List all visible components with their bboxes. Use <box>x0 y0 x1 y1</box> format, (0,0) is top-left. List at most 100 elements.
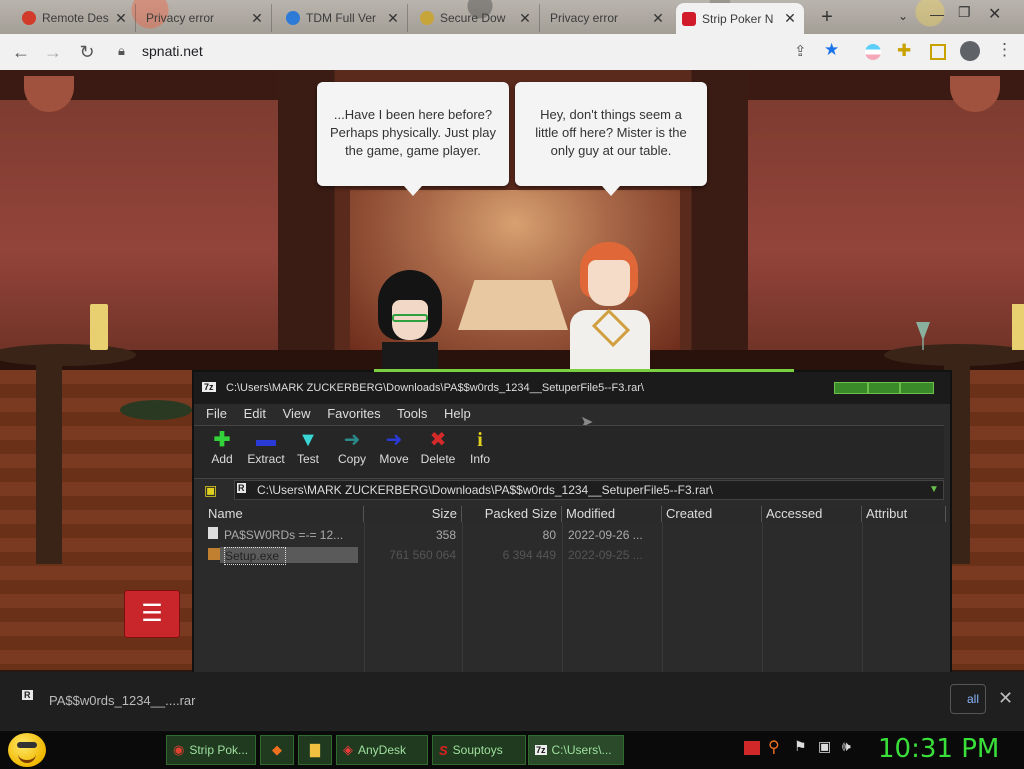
show-all-button[interactable]: all <box>950 684 986 714</box>
close-window-icon[interactable]: ✕ <box>988 4 1001 24</box>
beer-glass-left <box>90 304 108 350</box>
file-modified: 2022-09-26 ... <box>568 528 643 542</box>
speech-bubble-right: Hey, don't things seem a little off here… <box>515 82 707 196</box>
network-tray-icon[interactable]: ▣ <box>818 738 831 755</box>
smiley-glasses-icon <box>17 742 37 748</box>
tab-title: TDM Full Ver <box>306 11 377 25</box>
column-attributes[interactable]: Attribut <box>862 506 946 522</box>
menu-file[interactable]: File <box>206 406 227 421</box>
extract-button[interactable]: ▬ Extract <box>246 428 286 466</box>
forward-arrow-icon[interactable]: → <box>42 41 64 63</box>
address-bar[interactable] <box>110 38 860 66</box>
column-created[interactable]: Created <box>662 506 762 522</box>
search-tray-icon[interactable]: ⚲ <box>768 737 780 757</box>
close-tab-icon[interactable]: ✕ <box>517 10 533 27</box>
table-row[interactable]: PA$SW0RDs =-= 12... 358 80 2022-09-26 ..… <box>204 526 944 544</box>
bookmark-star-icon[interactable]: ★ <box>824 40 839 60</box>
close-tab-icon[interactable]: ✕ <box>782 10 798 27</box>
tab-privacy-error[interactable]: Privacy error ✕ <box>140 4 272 32</box>
beer-glass-right <box>1012 304 1024 350</box>
move-arrow-icon: ➜ <box>385 429 403 451</box>
close-tab-icon[interactable]: ✕ <box>113 10 129 27</box>
test-check-icon: ▼ <box>298 429 318 451</box>
tab-tdm[interactable]: TDM Full Ver ✕ <box>280 4 408 32</box>
clock[interactable]: 10:31 PM <box>878 734 999 764</box>
new-tab-button[interactable]: + <box>816 6 838 28</box>
move-button[interactable]: ➜ Move <box>374 428 414 466</box>
tab-remote-desktop[interactable]: Remote Des ✕ <box>16 4 136 32</box>
reload-icon[interactable]: ↻ <box>76 41 98 63</box>
taskbar-item-7zip[interactable]: 7z C:\Users\... <box>528 735 624 765</box>
close-tab-icon[interactable]: ✕ <box>385 10 401 27</box>
zip-minimize-button[interactable] <box>834 382 868 394</box>
column-accessed[interactable]: Accessed <box>762 506 862 522</box>
copy-label: Copy <box>337 452 366 466</box>
download-filename[interactable]: PA$$w0rds_1234__....rar <box>49 693 195 708</box>
taskbar-item-chrome[interactable]: ◉ Strip Pok... <box>166 735 256 765</box>
taskbar-item-firefox[interactable]: ◆ <box>260 735 294 765</box>
column-size[interactable]: Size <box>364 506 462 522</box>
column-packed-size[interactable]: Packed Size <box>462 506 562 522</box>
zip-maximize-button[interactable] <box>868 382 900 394</box>
character-left <box>372 270 448 370</box>
path-text: C:\Users\MARK ZUCKERBERG\Downloads\PA$$w… <box>257 483 713 497</box>
copy-button[interactable]: ➜ Copy <box>332 428 372 466</box>
menu-help[interactable]: Help <box>444 406 471 421</box>
path-dropdown-icon[interactable]: ▼ <box>929 484 939 495</box>
menu-favorites[interactable]: Favorites <box>327 406 380 421</box>
column-name[interactable]: Name <box>204 506 364 522</box>
info-label: Info <box>469 452 490 466</box>
share-icon[interactable]: ⇪ <box>794 42 807 60</box>
taskbar-item-anydesk[interactable]: ◈ AnyDesk <box>336 735 428 765</box>
tab-privacy-error-2[interactable]: Privacy error ✕ <box>544 4 672 32</box>
taskbar-item-explorer[interactable]: ▇ <box>298 735 332 765</box>
flag-tray-icon[interactable]: ⚑ <box>794 738 807 755</box>
folder-up-icon[interactable]: ▣ <box>204 482 217 499</box>
taskbar-label: C:\Users\... <box>551 743 612 757</box>
column-modified[interactable]: Modified <box>562 506 662 522</box>
url-text[interactable]: spnati.net <box>142 43 203 59</box>
extract-label: Extract <box>247 452 285 466</box>
volume-tray-icon[interactable]: 🕪︎ <box>842 738 851 755</box>
archive-icon: R <box>237 483 246 493</box>
menu-tools[interactable]: Tools <box>397 406 427 421</box>
tab-secure-download[interactable]: Secure Dow ✕ <box>414 4 540 32</box>
extension-flag-icon[interactable] <box>865 44 881 60</box>
tab-title: Privacy error <box>550 11 619 25</box>
7zip-icon: 7z <box>535 745 547 755</box>
tab-favicon-icon <box>286 11 300 25</box>
zip-close-button[interactable] <box>900 382 934 394</box>
taskbar-label: AnyDesk <box>358 743 407 757</box>
side-panel-icon[interactable] <box>930 44 946 60</box>
tab-title: Secure Dow <box>440 11 506 25</box>
extensions-puzzle-icon[interactable]: ✚ <box>897 41 911 61</box>
game-menu-button[interactable]: ☰ <box>124 590 180 638</box>
menu-view[interactable]: View <box>283 406 311 421</box>
start-smiley-icon[interactable] <box>8 733 46 767</box>
menu-edit[interactable]: Edit <box>244 406 266 421</box>
test-button[interactable]: ▼ Test <box>288 428 328 466</box>
restore-icon[interactable]: ❐ <box>958 4 971 21</box>
info-button[interactable]: i Info <box>460 428 500 466</box>
tab-strip-poker[interactable]: Strip Poker N ✕ <box>676 3 804 34</box>
taskbar-item-souptoys[interactable]: S Souptoys <box>432 735 526 765</box>
download-bar: R PA$$w0rds_1234__....rar all ✕ <box>0 672 1024 730</box>
path-field[interactable]: R C:\Users\MARK ZUCKERBERG\Downloads\PA$… <box>234 480 944 500</box>
minimize-icon[interactable]: — <box>930 6 944 22</box>
add-button[interactable]: ✚ Add <box>202 428 242 466</box>
lock-icon[interactable]: 🔒︎ <box>118 43 125 59</box>
bar-stool <box>120 400 192 420</box>
back-arrow-icon[interactable]: ← <box>10 41 32 63</box>
delete-x-icon: ✖ <box>429 429 447 451</box>
souptoys-icon: S <box>439 742 448 758</box>
close-tab-icon[interactable]: ✕ <box>650 10 666 27</box>
close-tab-icon[interactable]: ✕ <box>249 10 265 27</box>
menu-dots-icon[interactable]: ⋮ <box>996 40 1013 60</box>
close-download-bar-icon[interactable]: ✕ <box>998 688 1013 709</box>
profile-avatar[interactable] <box>960 41 980 61</box>
tab-search-icon[interactable]: ⌄ <box>898 9 908 23</box>
table-row[interactable]: Setup.exe 761 560 064 6 394 449 2022-09-… <box>204 546 944 565</box>
delete-button[interactable]: ✖ Delete <box>418 428 458 466</box>
info-icon: i <box>477 429 483 451</box>
anydesk-tray-icon[interactable] <box>744 741 760 755</box>
